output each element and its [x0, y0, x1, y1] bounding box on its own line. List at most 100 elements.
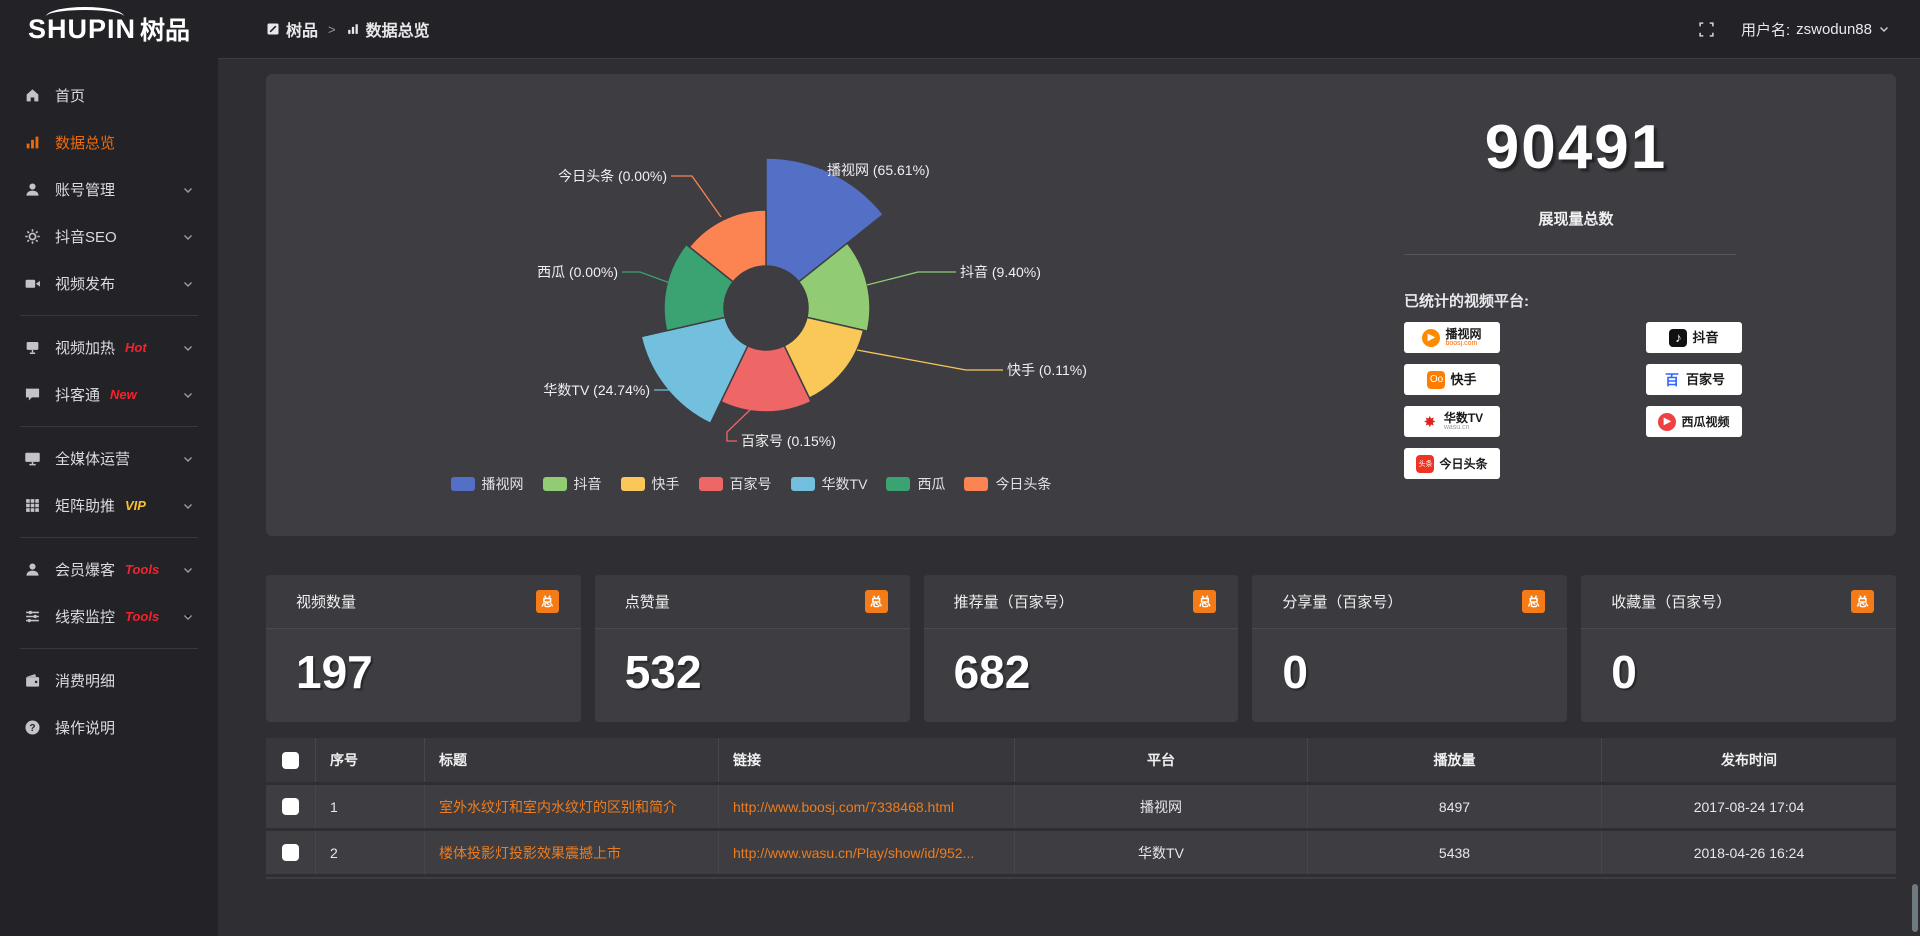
sidebar-item-video-publish[interactable]: 视频发布: [0, 260, 218, 307]
legend-label: 华数TV: [822, 474, 868, 494]
platform-badge-kuaishou: Oo 快手: [1404, 364, 1500, 395]
platform-name: 百家号: [1686, 374, 1725, 386]
breadcrumb-current[interactable]: 数据总览: [346, 17, 430, 41]
logo-text-cn: 树品: [140, 11, 190, 47]
app-logo: SHUPIN 树品: [0, 0, 218, 58]
platform-badge-baijiahao: 百 百家号: [1646, 364, 1742, 395]
cell-title-link[interactable]: 室外水纹灯和室内水纹灯的区别和简介: [424, 785, 718, 828]
chevron-down-icon: [182, 184, 194, 196]
sidebar-item-video-heat[interactable]: 视频加热 Hot: [0, 324, 218, 371]
total-impressions-value: 90491: [1296, 112, 1856, 183]
question-circle-icon: ?: [24, 719, 41, 736]
pie-slice[interactable]: [641, 317, 748, 423]
baijiahao-icon: 百: [1663, 371, 1681, 389]
total-badge: 总: [1522, 590, 1545, 613]
select-all-checkbox[interactable]: [282, 752, 299, 769]
sidebar-item-douketong[interactable]: 抖客通 New: [0, 371, 218, 418]
legend-item[interactable]: 抖音: [543, 474, 602, 494]
row-checkbox[interactable]: [282, 798, 299, 815]
user-label: 用户名:: [1741, 19, 1790, 40]
stat-value: 0: [1581, 629, 1896, 699]
column-header-link: 链接: [718, 738, 1014, 782]
row-checkbox[interactable]: [282, 844, 299, 861]
stat-card-video-count: 视频数量 总 197: [266, 575, 581, 722]
sidebar-item-label: 数据总览: [55, 132, 115, 153]
sidebar-item-clue-monitor[interactable]: 线索监控 Tools: [0, 593, 218, 640]
table-row: 2 楼体投影灯投影效果震撼上市 http://www.wasu.cn/Play/…: [266, 828, 1896, 874]
top-header: SHUPIN 树品 树品 > 数据总览 用户名: zswodun88: [0, 0, 1920, 58]
total-badge: 总: [1193, 590, 1216, 613]
chevron-down-icon: [182, 564, 194, 576]
sidebar-item-home[interactable]: 首页: [0, 72, 218, 119]
sidebar-item-label: 视频发布: [55, 273, 115, 294]
column-header-views: 播放量: [1307, 738, 1601, 782]
sidebar-item-spend-detail[interactable]: 消费明细: [0, 657, 218, 704]
cell-platform: 华数TV: [1014, 831, 1307, 874]
logo-text-en: SHUPIN: [28, 14, 136, 45]
breadcrumb-root-label: 树品: [286, 17, 318, 41]
column-header-title: 标题: [424, 738, 718, 782]
platform-name: 今日头条: [1439, 458, 1487, 470]
legend-item[interactable]: 今日头条: [964, 474, 1051, 494]
summary-divider: [1404, 254, 1736, 255]
edit-square-icon: [266, 22, 280, 36]
stat-value: 532: [595, 629, 910, 699]
sidebar-item-douyin-seo[interactable]: 抖音SEO: [0, 213, 218, 260]
sidebar-divider: [20, 648, 198, 649]
legend-item[interactable]: 西瓜: [886, 474, 945, 494]
breadcrumb-root[interactable]: 树品: [266, 17, 318, 41]
sidebar-item-label: 抖客通: [55, 384, 100, 405]
sidebar-item-label: 矩阵助推: [55, 495, 115, 516]
platform-badge-xigua: ▶ 西瓜视频: [1646, 406, 1742, 437]
sidebar-divider: [20, 315, 198, 316]
chevron-down-icon: [182, 500, 194, 512]
total-badge: 总: [536, 590, 559, 613]
cell-url-link[interactable]: http://www.boosj.com/7338468.html: [718, 785, 1014, 828]
user-menu[interactable]: 用户名: zswodun88: [1741, 19, 1890, 40]
platform-name: 华数TV: [1444, 412, 1483, 424]
stat-label: 点赞量: [625, 591, 670, 612]
sidebar-item-account[interactable]: 账号管理: [0, 166, 218, 213]
legend-swatch: [964, 477, 988, 491]
chevron-down-icon: [182, 342, 194, 354]
legend-item[interactable]: 百家号: [699, 474, 772, 494]
platform-name: 西瓜视频: [1681, 416, 1729, 428]
column-header-platform: 平台: [1014, 738, 1307, 782]
sidebar-item-data-overview[interactable]: 数据总览: [0, 119, 218, 166]
legend-item[interactable]: 快手: [621, 474, 680, 494]
sidebar-item-label: 视频加热: [55, 337, 115, 358]
pie-label-line: [857, 350, 1003, 370]
person-icon: [24, 561, 41, 578]
platform-badge-wasu: ✸ 华数TV wasu.cn: [1404, 406, 1500, 437]
breadcrumb: 树品 > 数据总览: [266, 17, 430, 41]
scrollbar-thumb[interactable]: [1912, 884, 1918, 932]
sidebar-item-label: 全媒体运营: [55, 448, 130, 469]
stat-card-likes: 点赞量 总 532: [595, 575, 910, 722]
legend-item[interactable]: 播视网: [451, 474, 524, 494]
header-right: 用户名: zswodun88: [1698, 19, 1920, 40]
cell-time: 2017-08-24 17:04: [1601, 785, 1896, 828]
bar-chart-icon: [24, 134, 41, 151]
legend-item[interactable]: 华数TV: [791, 474, 868, 494]
sidebar-item-label: 抖音SEO: [55, 226, 117, 247]
cell-title-link[interactable]: 楼体投影灯投影效果震撼上市: [424, 831, 718, 874]
sidebar-item-help[interactable]: ? 操作说明: [0, 704, 218, 751]
summary-panel: 90491 展现量总数 已统计的视频平台: ▶ 播视网 boosj.com Oo…: [1296, 74, 1856, 536]
stat-label: 分享量（百家号）: [1282, 591, 1402, 612]
legend-label: 抖音: [574, 474, 602, 494]
fullscreen-icon[interactable]: [1698, 21, 1715, 38]
platform-name: 抖音: [1692, 332, 1718, 344]
platform-badge-boosj: ▶ 播视网 boosj.com: [1404, 322, 1500, 353]
legend-swatch: [791, 477, 815, 491]
sidebar-item-matrix-boost[interactable]: 矩阵助推 VIP: [0, 482, 218, 529]
user-name: zswodun88: [1796, 21, 1872, 38]
chart-panel: 播视网 (65.61%)抖音 (9.40%)快手 (0.11%)百家号 (0.1…: [266, 74, 1896, 536]
cell-url-link[interactable]: http://www.wasu.cn/Play/show/id/952...: [718, 831, 1014, 874]
sidebar-item-omni-media[interactable]: 全媒体运营: [0, 435, 218, 482]
user-icon: [24, 181, 41, 198]
breadcrumb-current-label: 数据总览: [366, 17, 430, 41]
pie-label: 播视网 (65.61%): [827, 160, 930, 180]
platform-share-pie-chart: 播视网 (65.61%)抖音 (9.40%)快手 (0.11%)百家号 (0.1…: [266, 74, 1236, 536]
sidebar-item-member-burst[interactable]: 会员爆客 Tools: [0, 546, 218, 593]
sidebar-item-label: 会员爆客: [55, 559, 115, 580]
